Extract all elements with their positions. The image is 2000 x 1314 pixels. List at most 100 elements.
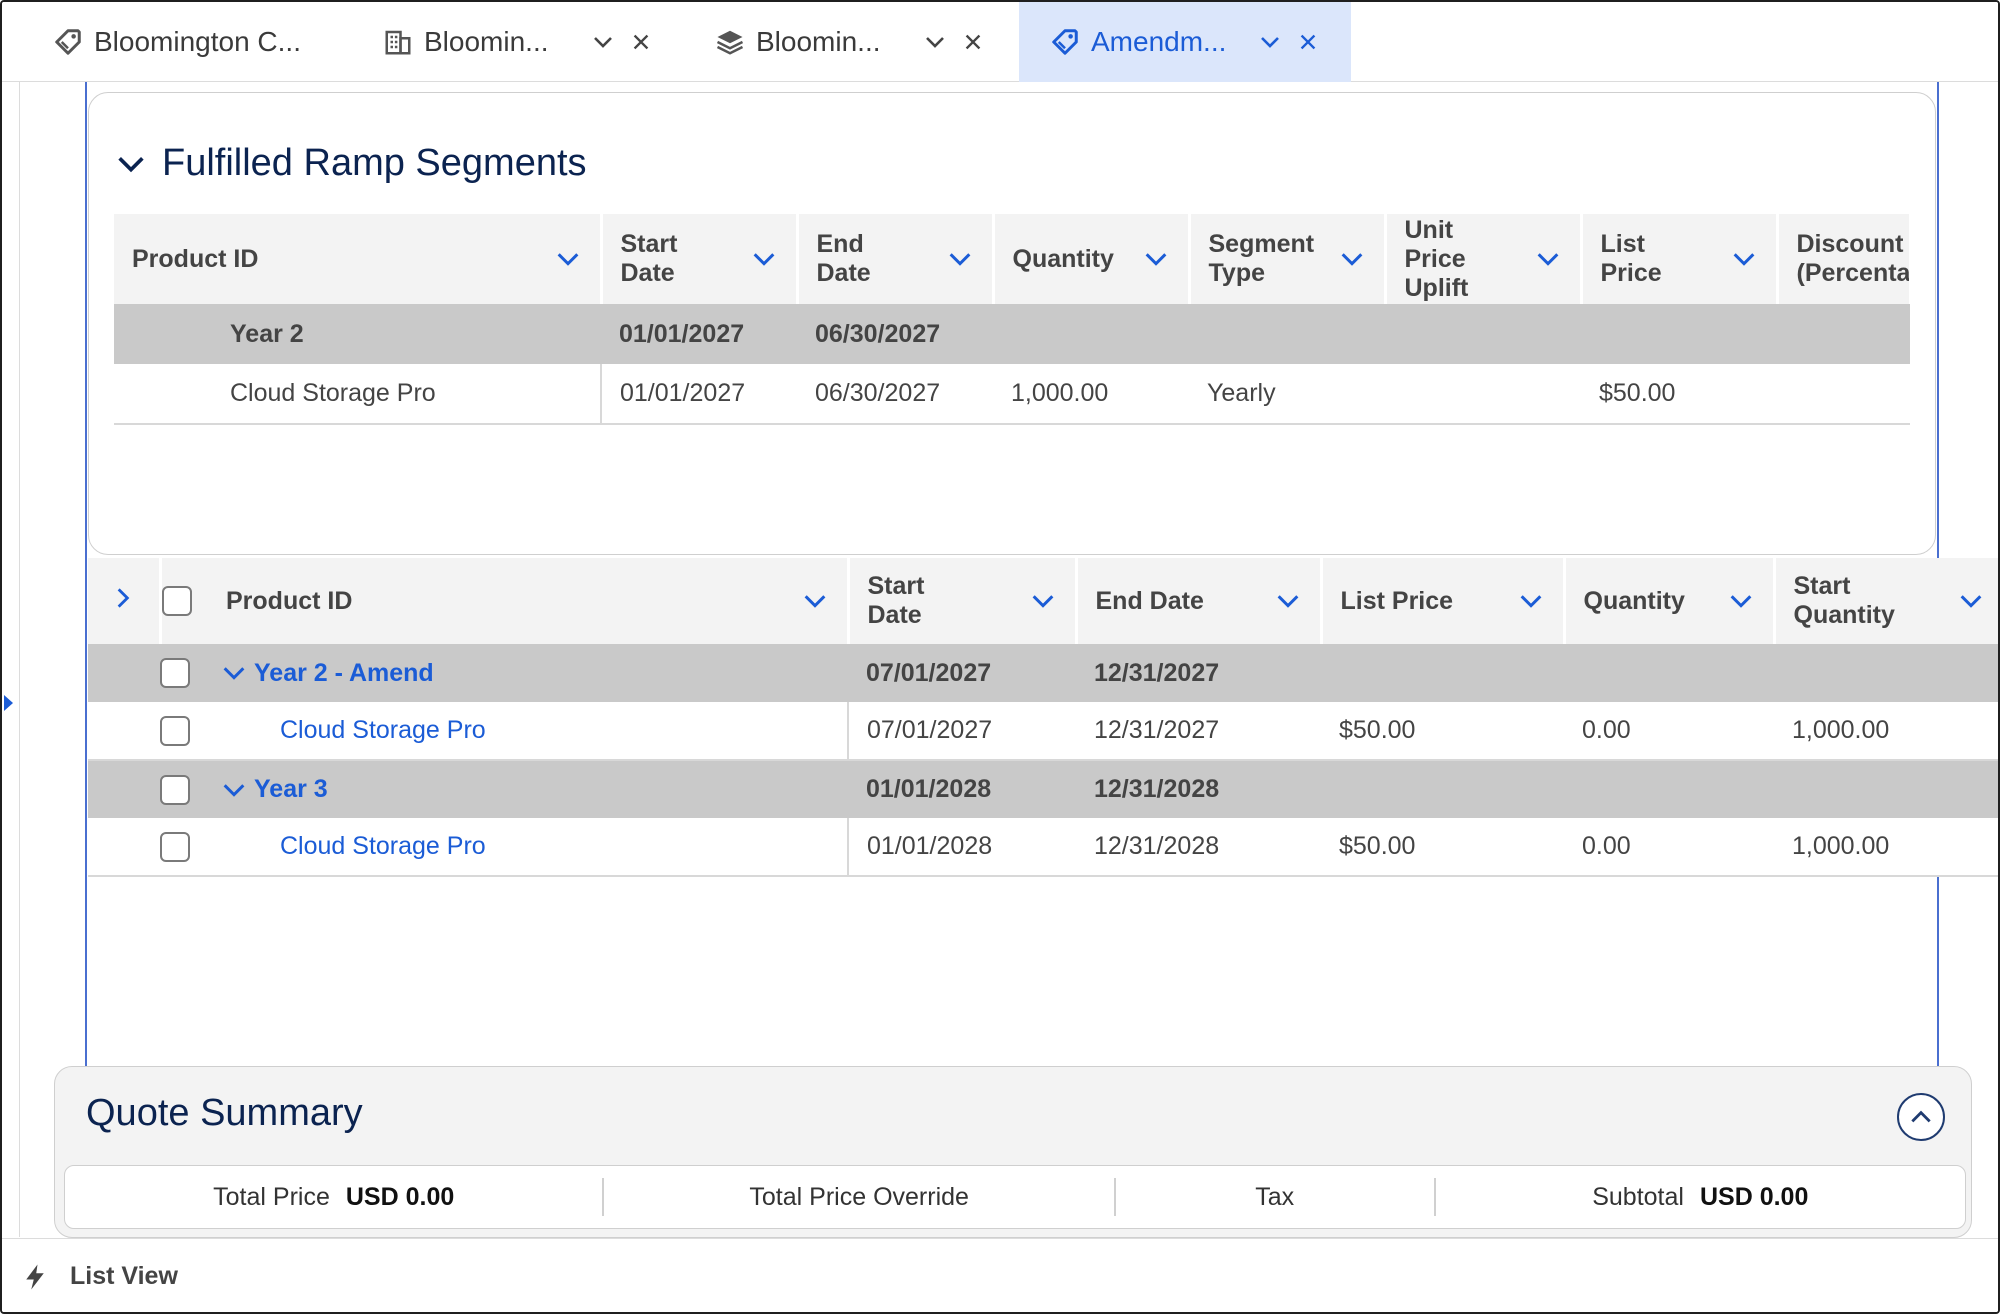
list-view-button[interactable]: List View bbox=[70, 1262, 178, 1291]
group-end-date: 12/31/2028 bbox=[1076, 760, 1321, 818]
close-icon[interactable] bbox=[957, 26, 989, 58]
section-title: Fulfilled Ramp Segments bbox=[162, 142, 587, 184]
column-header-list-price[interactable]: List Price bbox=[1581, 214, 1779, 304]
product-id-cell: Cloud Storage Pro bbox=[114, 364, 602, 425]
column-label: Start Date bbox=[867, 572, 925, 629]
close-icon[interactable] bbox=[1292, 26, 1324, 58]
table-row: Cloud Storage Pro 01/01/2027 06/30/2027 … bbox=[114, 364, 1910, 425]
row-checkbox[interactable] bbox=[160, 658, 190, 689]
quantity-cell: 0.00 bbox=[1564, 702, 1774, 761]
list-price-cell: $50.00 bbox=[1321, 818, 1564, 877]
group-row: Year 2 - Amend 07/01/2027 12/31/2027 bbox=[88, 644, 1998, 702]
column-header-discount[interactable]: Discount (Percenta bbox=[1777, 214, 1912, 304]
column-header-end-date[interactable]: End Date bbox=[797, 214, 995, 304]
group-row: Year 3 01/01/2028 12/31/2028 bbox=[88, 760, 1998, 818]
chevron-down-icon[interactable] bbox=[1517, 587, 1545, 615]
column-header-start-date[interactable]: Start Date bbox=[601, 214, 799, 304]
column-header-quantity[interactable]: Quantity bbox=[993, 214, 1191, 304]
app-window: Bloomington C... Bloomin... Bloomin... A… bbox=[0, 0, 2000, 1314]
column-header-unit-price-uplift[interactable]: Unit Price Uplift bbox=[1385, 214, 1583, 304]
column-header-quantity[interactable]: Quantity bbox=[1564, 558, 1776, 644]
layers-icon bbox=[714, 26, 746, 58]
tab-bloomington-building[interactable]: Bloomin... bbox=[382, 2, 667, 82]
column-header-list-price[interactable]: List Price bbox=[1321, 558, 1566, 644]
group-start-date: 07/01/2027 bbox=[848, 644, 1076, 702]
product-link[interactable]: Cloud Storage Pro bbox=[280, 716, 486, 744]
expand-all-button[interactable] bbox=[88, 558, 162, 644]
select-all-checkbox[interactable] bbox=[161, 586, 192, 617]
chevron-down-icon[interactable] bbox=[554, 245, 582, 273]
chevron-down-icon[interactable] bbox=[1254, 26, 1286, 58]
column-header-product-id[interactable]: Product ID bbox=[114, 214, 603, 304]
column-label: Unit Price Uplift bbox=[1404, 215, 1469, 302]
total-price-override-field: Total Price Override bbox=[604, 1165, 1113, 1229]
column-header-start-date[interactable]: Start Date bbox=[848, 558, 1078, 644]
column-label: Quantity bbox=[1012, 244, 1114, 273]
product-link[interactable]: Cloud Storage Pro bbox=[280, 832, 486, 860]
column-label: Product ID bbox=[132, 244, 259, 273]
unit-price-uplift-cell bbox=[1385, 364, 1581, 425]
column-label: End Date bbox=[816, 230, 871, 287]
chevron-down-icon[interactable] bbox=[919, 26, 951, 58]
group-end-date: 06/30/2027 bbox=[797, 304, 993, 364]
column-label: Quantity bbox=[1583, 586, 1685, 615]
chevron-right-icon[interactable] bbox=[110, 585, 136, 611]
chevron-down-icon[interactable] bbox=[587, 26, 619, 58]
price-tag-icon bbox=[1049, 26, 1081, 58]
chevron-down-icon[interactable] bbox=[114, 147, 148, 181]
chevron-down-icon[interactable] bbox=[1029, 587, 1057, 615]
quote-summary-title: Quote Summary bbox=[86, 1092, 363, 1134]
chevron-down-icon[interactable] bbox=[801, 587, 829, 615]
fulfilled-segments-table: Product ID Start Date End Date Quantity … bbox=[114, 214, 1912, 425]
tab-bloomington-account[interactable]: Bloomington C... bbox=[52, 2, 332, 82]
chevron-down-icon[interactable] bbox=[750, 245, 778, 273]
chevron-up-icon bbox=[1911, 1110, 1931, 1123]
row-checkbox[interactable] bbox=[160, 831, 190, 862]
total-price-override-label: Total Price Override bbox=[749, 1182, 969, 1211]
column-label: Start Date bbox=[620, 230, 678, 287]
quote-summary-totals: Total Price USD 0.00 Total Price Overrid… bbox=[64, 1165, 1966, 1229]
list-price-cell: $50.00 bbox=[1321, 702, 1564, 761]
tab-bloomington-layers[interactable]: Bloomin... bbox=[714, 2, 999, 82]
subtotal-label: Subtotal bbox=[1592, 1182, 1684, 1211]
group-name[interactable]: Year 3 bbox=[254, 775, 328, 804]
left-utility-gutter bbox=[2, 82, 20, 1237]
row-checkbox[interactable] bbox=[160, 774, 190, 805]
chevron-down-icon[interactable] bbox=[1142, 245, 1170, 273]
chevron-down-icon[interactable] bbox=[1338, 245, 1366, 273]
chevron-down-icon[interactable] bbox=[1730, 245, 1758, 273]
chevron-down-icon[interactable] bbox=[946, 245, 974, 273]
tab-amendment-quote[interactable]: Amendm... bbox=[1019, 2, 1351, 82]
close-icon[interactable] bbox=[625, 26, 657, 58]
tab-label: Amendm... bbox=[1091, 26, 1227, 57]
total-price-value: USD 0.00 bbox=[345, 1182, 455, 1211]
chevron-down-icon[interactable] bbox=[220, 659, 248, 687]
column-header-product-id[interactable]: Product ID bbox=[208, 558, 850, 644]
column-header-start-quantity[interactable]: Start Quantity bbox=[1774, 558, 1998, 644]
expand-panel-icon[interactable] bbox=[4, 695, 13, 711]
chevron-down-icon[interactable] bbox=[220, 776, 248, 804]
group-name[interactable]: Year 2 - Amend bbox=[254, 659, 434, 688]
fulfilled-section-header[interactable]: Fulfilled Ramp Segments bbox=[114, 142, 587, 185]
column-header-end-date[interactable]: End Date bbox=[1076, 558, 1323, 644]
total-price-label: Total Price bbox=[213, 1182, 330, 1211]
column-label: Product ID bbox=[226, 586, 353, 615]
select-all-cell bbox=[160, 558, 208, 644]
start-quantity-cell: 1,000.00 bbox=[1774, 818, 1998, 877]
group-end-date: 12/31/2027 bbox=[1076, 644, 1321, 702]
start-date-cell: 01/01/2027 bbox=[601, 364, 797, 425]
chevron-down-icon[interactable] bbox=[1274, 587, 1302, 615]
end-date-cell: 12/31/2027 bbox=[1076, 702, 1321, 761]
list-price-cell: $50.00 bbox=[1581, 364, 1777, 425]
start-date-cell: 01/01/2028 bbox=[848, 818, 1076, 877]
collapse-summary-button[interactable] bbox=[1897, 1093, 1945, 1141]
column-header-segment-type[interactable]: Segment Type bbox=[1189, 214, 1387, 304]
row-checkbox[interactable] bbox=[160, 715, 190, 746]
chevron-down-icon[interactable] bbox=[1534, 245, 1562, 273]
end-date-cell: 06/30/2027 bbox=[797, 364, 993, 425]
end-date-cell: 12/31/2028 bbox=[1076, 818, 1321, 877]
chevron-down-icon[interactable] bbox=[1727, 587, 1755, 615]
group-name: Year 2 bbox=[114, 304, 601, 364]
tab-label: Bloomington C... bbox=[94, 26, 301, 57]
chevron-down-icon[interactable] bbox=[1957, 587, 1985, 615]
